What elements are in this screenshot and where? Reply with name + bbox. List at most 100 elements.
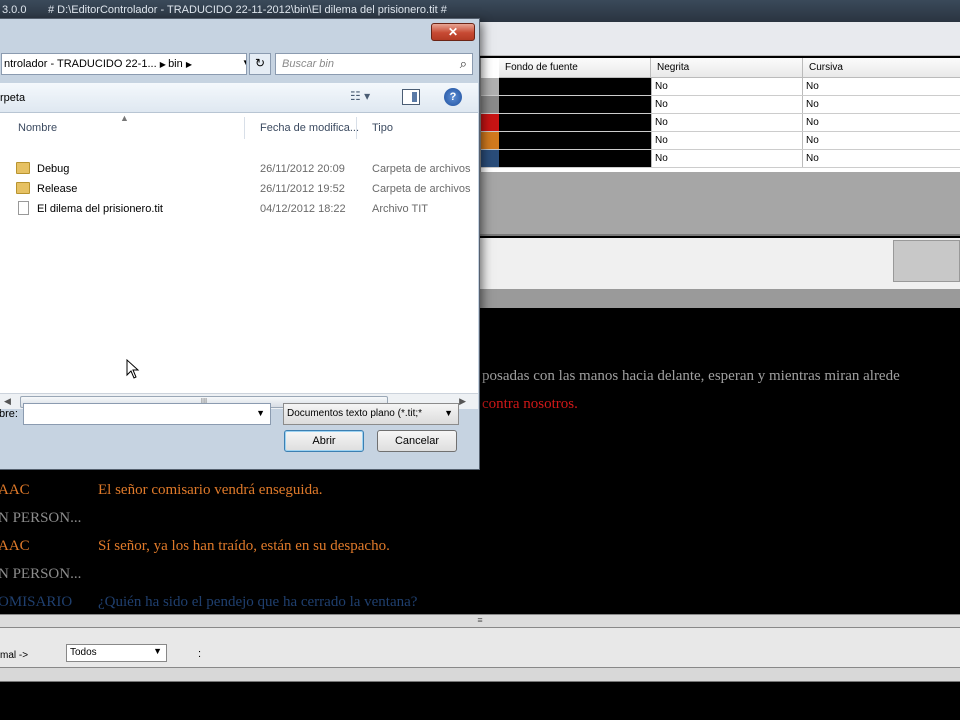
help-icon[interactable]: ? [444, 88, 462, 106]
column-header-date[interactable]: Fecha de modifica... [260, 122, 359, 134]
bold-cell[interactable]: No [651, 78, 803, 95]
view-options-icon[interactable]: ☷ ▾ [350, 89, 382, 107]
italic-cell[interactable]: No [803, 150, 960, 167]
breadcrumb-segment[interactable]: ntrolador - TRADUCIDO 22-1... [4, 58, 157, 70]
character-name: OMISARIO [0, 594, 73, 610]
grid-row[interactable]: No No [481, 78, 960, 96]
background-color-cell[interactable] [499, 78, 651, 95]
grid-row[interactable]: No No [481, 96, 960, 114]
character-name: AAC [0, 482, 30, 498]
file-name: Debug [37, 163, 70, 175]
filename-input[interactable]: ▼ [23, 403, 271, 425]
new-folder-button[interactable]: rpeta [0, 92, 25, 104]
background-color-cell[interactable] [499, 96, 651, 113]
bottom-toolbar: mal -> Todos ▼ : [0, 628, 960, 668]
file-row-release[interactable]: Release 26/11/2012 19:52 Carpeta de arch… [0, 179, 478, 199]
column-header-name[interactable]: Nombre [18, 122, 57, 134]
character-name: N PERSON... [0, 510, 82, 526]
folder-icon [16, 182, 30, 194]
file-type: Archivo TIT [372, 203, 429, 215]
grid-row[interactable]: No No [481, 132, 960, 150]
splitter-handle[interactable]: ≡ [0, 614, 960, 628]
font-color-cell[interactable] [481, 78, 499, 95]
file-date: 26/11/2012 20:09 [260, 163, 345, 175]
filetype-select[interactable]: Documentos texto plano (*.tit;* ▼ [283, 403, 459, 425]
font-color-cell[interactable] [481, 96, 499, 113]
filter-value: Todos [70, 647, 97, 658]
dialog-text: Sí señor, ya los han traído, están en su… [98, 538, 390, 554]
chevron-down-icon[interactable]: ▼ [256, 408, 265, 418]
character-name: N PERSON... [0, 566, 82, 582]
sort-arrow-icon: ▲ [120, 113, 129, 123]
background-color-cell[interactable] [499, 150, 651, 167]
column-divider[interactable] [356, 117, 357, 139]
bold-cell[interactable]: No [651, 150, 803, 167]
italic-cell[interactable]: No [803, 132, 960, 149]
app-title: # D:\EditorControlador - TRADUCIDO 22-11… [48, 4, 447, 16]
bold-cell[interactable]: No [651, 132, 803, 149]
close-button[interactable]: ✕ [431, 23, 475, 41]
chevron-right-icon[interactable]: ▶ [160, 60, 168, 69]
preview-pane-icon[interactable] [402, 89, 420, 105]
close-icon: ✕ [447, 25, 459, 39]
font-color-cell[interactable] [481, 114, 499, 131]
grid-header-fondo[interactable]: Fondo de fuente [499, 58, 651, 78]
folder-icon [16, 162, 30, 174]
filter-select[interactable]: Todos ▼ [66, 644, 167, 662]
open-button[interactable]: Abrir [284, 430, 364, 452]
grid-row[interactable]: No No [481, 114, 960, 132]
italic-cell[interactable]: No [803, 96, 960, 113]
background-color-cell[interactable] [499, 114, 651, 131]
side-button[interactable] [893, 240, 960, 282]
controls-panel [480, 238, 960, 290]
filename-label: bre: [0, 408, 18, 420]
chevron-down-icon: ▼ [444, 408, 453, 418]
file-row-debug[interactable]: Debug 26/11/2012 20:09 Carpeta de archiv… [0, 159, 478, 179]
bold-cell[interactable]: No [651, 96, 803, 113]
cancel-button[interactable]: Cancelar [377, 430, 457, 452]
file-name: El dilema del prisionero.tit [37, 203, 163, 215]
search-icon: ⌕ [459, 56, 467, 71]
italic-cell[interactable]: No [803, 78, 960, 95]
bold-cell[interactable]: No [651, 114, 803, 131]
file-type: Carpeta de archivos [372, 163, 471, 175]
italic-cell[interactable]: No [803, 114, 960, 131]
dialog-text: contra nosotros. [482, 396, 578, 412]
grid-row[interactable]: No No [481, 150, 960, 168]
refresh-icon: ↻ [254, 56, 266, 70]
search-input[interactable]: Buscar bin ⌕ [275, 53, 473, 75]
character-name: AAC [0, 538, 30, 554]
chevron-down-icon[interactable]: ▼ [242, 58, 246, 67]
mouse-cursor-icon [126, 359, 140, 379]
dialog-toolbar: rpeta ☷ ▾ ? [0, 83, 478, 113]
file-type: Carpeta de archivos [372, 183, 471, 195]
breadcrumb-segment[interactable]: bin [168, 58, 183, 70]
file-name: Release [37, 183, 78, 195]
file-row-tit[interactable]: El dilema del prisionero.tit 04/12/2012 … [0, 199, 478, 219]
style-grid: Fondo de fuente Negrita Cursiva No No No… [480, 58, 960, 172]
column-divider[interactable] [244, 117, 245, 139]
refresh-button[interactable]: ↻ [249, 53, 271, 75]
chevron-right-icon[interactable]: ▶ [186, 60, 192, 69]
divider-bar [480, 290, 960, 308]
grid-header-cursiva[interactable]: Cursiva [803, 58, 960, 78]
dialog-text: ¿Quién ha sido el pendejo que ha cerrado… [98, 594, 418, 610]
scroll-right-icon[interactable]: ▶ [459, 396, 466, 407]
column-header-type[interactable]: Tipo [372, 122, 393, 134]
file-icon [18, 201, 29, 215]
dialog-text: posadas con las manos hacia delante, esp… [482, 368, 900, 384]
background-color-cell[interactable] [499, 132, 651, 149]
filter-label: mal -> [0, 650, 29, 661]
scroll-left-icon[interactable]: ◀ [4, 396, 11, 407]
dialog-text: El señor comisario vendrá enseguida. [98, 482, 323, 498]
filetype-value: Documentos texto plano (*.tit;* [287, 408, 423, 419]
grid-header-negrita[interactable]: Negrita [651, 58, 803, 78]
font-color-cell[interactable] [481, 150, 499, 167]
file-date: 26/11/2012 19:52 [260, 183, 345, 195]
file-date: 04/12/2012 18:22 [260, 203, 346, 215]
address-bar[interactable]: ntrolador - TRADUCIDO 22-1... ▶ bin ▶ ▼ [1, 53, 247, 75]
font-color-cell[interactable] [481, 132, 499, 149]
chevron-down-icon: ▼ [153, 646, 162, 656]
file-list[interactable]: ▲ Nombre Fecha de modifica... Tipo Debug… [0, 113, 478, 401]
bottom-strip [0, 668, 960, 682]
